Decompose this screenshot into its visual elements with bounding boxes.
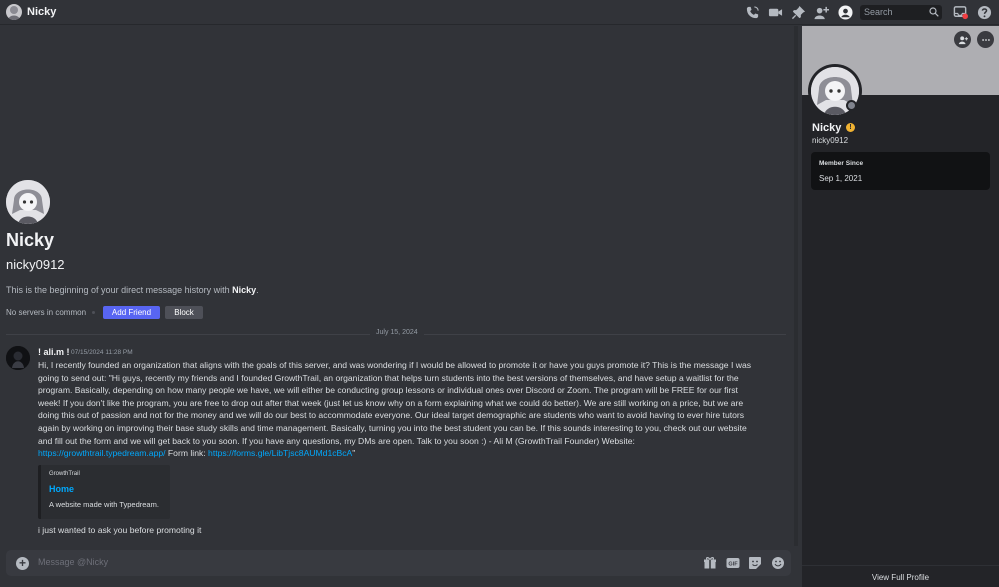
top-bar: Nicky	[0, 0, 999, 25]
add-friend-button[interactable]: Add Friend	[103, 306, 160, 319]
form-link[interactable]: https://forms.gle/LibTjsc8AUMd1cBcA	[208, 448, 352, 458]
more-options-icon[interactable]	[977, 31, 994, 48]
sticker-icon[interactable]	[748, 556, 762, 570]
svg-text:GIF: GIF	[728, 562, 738, 568]
help-icon[interactable]	[976, 4, 992, 20]
intro-username: nicky0912	[6, 257, 65, 272]
dm-avatar	[6, 4, 22, 20]
link-embed: GrowthTrail Home A website made with Typ…	[38, 465, 170, 519]
gif-icon[interactable]: GIF	[726, 556, 740, 570]
intro-beginning-name: Nicky	[232, 285, 257, 295]
profile-footer: View Full Profile	[802, 565, 999, 587]
intro-display-name: Nicky	[6, 230, 55, 250]
message-composer: + GIF	[6, 550, 791, 576]
add-friend-icon[interactable]	[954, 31, 971, 48]
video-icon[interactable]	[767, 4, 783, 20]
message-input[interactable]	[38, 557, 638, 567]
block-button[interactable]: Block	[165, 306, 203, 319]
profile-toggle-icon[interactable]	[837, 4, 853, 20]
servers-in-common[interactable]: No servers in common	[6, 308, 86, 317]
message-body: Hi, I recently founded an organization t…	[38, 360, 752, 459]
attach-plus-icon[interactable]: +	[16, 557, 29, 570]
profile-username: nicky0912	[812, 136, 849, 145]
inbox-icon[interactable]	[952, 4, 968, 20]
call-icon[interactable]	[744, 4, 760, 20]
embed-description: A website made with Typedream.	[49, 500, 159, 509]
separator-dot	[92, 311, 95, 314]
chat-scrollbar[interactable]	[794, 26, 798, 546]
intro-avatar	[6, 180, 50, 224]
message-timestamp: 07/15/2024 11:28 PM	[71, 349, 133, 356]
dm-title: Nicky	[27, 6, 57, 18]
search-box[interactable]	[860, 5, 942, 20]
member-since-label: Member Since	[819, 160, 864, 167]
gift-icon[interactable]	[703, 556, 717, 570]
embed-provider: GrowthTrail	[49, 471, 80, 477]
add-member-icon[interactable]	[813, 4, 829, 20]
warning-badge-icon[interactable]: !	[846, 123, 855, 132]
member-since-value: Sep 1, 2021	[819, 174, 863, 183]
pin-icon[interactable]	[790, 4, 806, 20]
website-link[interactable]: https://growthtrail.typedream.app/	[38, 448, 166, 458]
embed-title[interactable]: Home	[49, 484, 162, 494]
message-avatar[interactable]	[6, 346, 30, 370]
date-divider-label: July 15, 2024	[370, 329, 424, 336]
followup-message: i just wanted to ask you before promotin…	[38, 525, 202, 535]
emoji-icon[interactable]	[771, 556, 785, 570]
profile-panel: Nicky ! nicky0912 Member Since Sep 1, 20…	[802, 26, 999, 587]
member-since-card: Member Since Sep 1, 2021	[811, 152, 990, 190]
offline-status-icon	[846, 100, 857, 111]
search-icon	[929, 7, 939, 17]
message-author[interactable]: ! ali.m !	[38, 347, 70, 357]
view-full-profile-link[interactable]: View Full Profile	[802, 573, 999, 582]
profile-display-name: Nicky	[812, 122, 842, 134]
intro-beginning-text: This is the beginning of your direct mes…	[6, 285, 259, 295]
search-input[interactable]	[864, 7, 926, 17]
